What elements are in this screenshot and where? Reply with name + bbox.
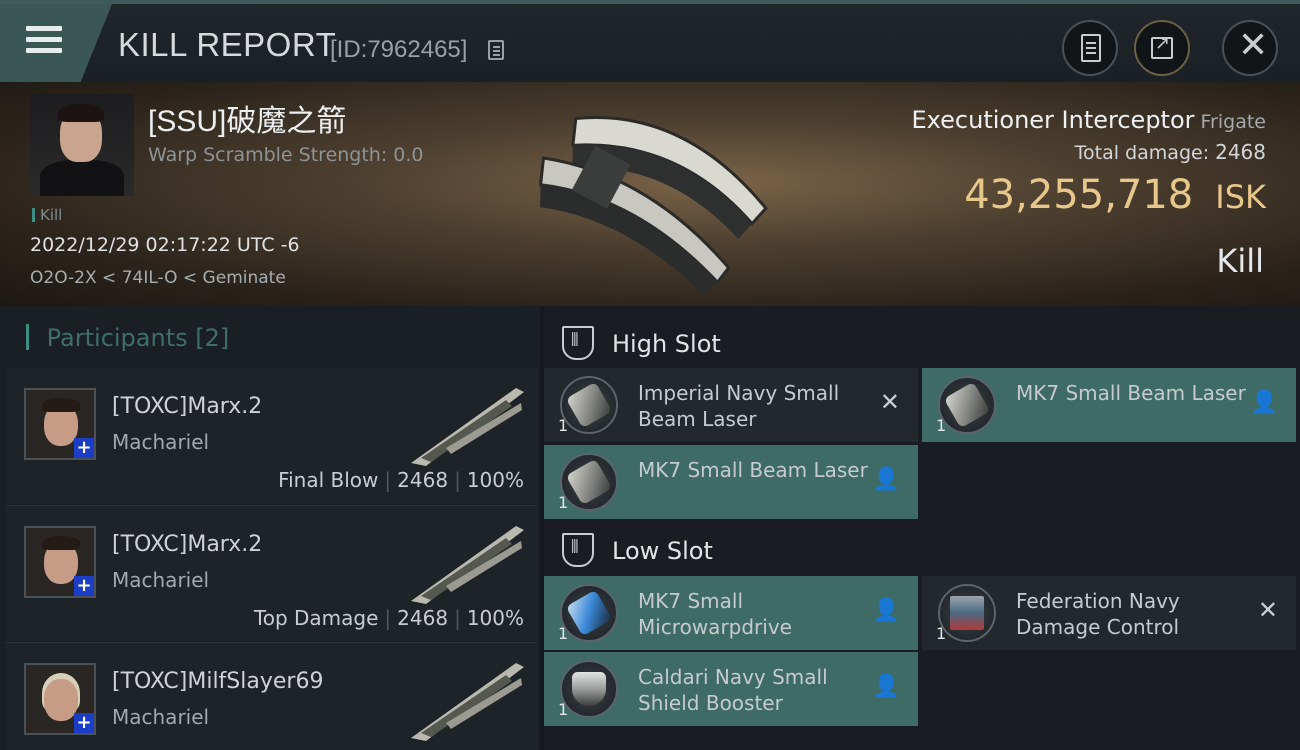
module-name: Caldari Navy Small Shield Booster: [638, 665, 828, 715]
participant-row[interactable]: + [TOXC]MilfSlayer69 Machariel: [6, 642, 538, 750]
participant-stats: Top Damage | 2468 | 100%: [253, 606, 524, 630]
module-slot[interactable]: 1 MK7 Small Microwarpdrive 👤: [544, 576, 918, 650]
participant-ship-image: [411, 388, 524, 466]
clipboard-button[interactable]: [1062, 20, 1118, 76]
participant-avatar: +: [24, 526, 96, 598]
kill-location: O2O-2X < 74IL-O < Geminate: [30, 268, 286, 288]
isk-unit: ISK: [1215, 178, 1266, 216]
top-bar: KILL REPORT [ID:7962465] ✕: [0, 0, 1300, 82]
share-button[interactable]: [1134, 20, 1190, 76]
dropped-person-icon: 👤: [872, 598, 900, 623]
copy-id-icon[interactable]: [488, 40, 504, 60]
module-quantity: 1: [936, 416, 947, 435]
participants-panel: Participants [2] + [TOXC]Marx.2 Macharie…: [0, 306, 540, 750]
victim-summary: [SSU]破魔之箭 Warp Scramble Strength: 0.0 Ki…: [0, 82, 1300, 306]
ship-class: Frigate: [1200, 111, 1266, 133]
shield-booster-icon: [560, 660, 618, 718]
participant-ship: Machariel: [112, 430, 210, 454]
participant-ship-image: [411, 663, 524, 741]
low-slot-header: Low Slot: [544, 519, 1300, 579]
participant-percent: 100%: [466, 606, 524, 630]
kill-datetime: 2022/12/29 02:17:22 UTC -6: [30, 234, 300, 256]
total-damage-value: 2468: [1215, 140, 1266, 164]
destroyed-icon: ✕: [1257, 596, 1278, 624]
dropped-person-icon: 👤: [872, 467, 900, 492]
participant-avatar: +: [24, 388, 96, 460]
add-contact-icon[interactable]: +: [74, 576, 94, 596]
participant-row[interactable]: + [TOXC]Marx.2 Machariel Top Damage | 2468…: [6, 505, 538, 641]
participant-name: [TOXC]Marx.2: [112, 532, 263, 557]
module-slot[interactable]: 1 Caldari Navy Small Shield Booster 👤: [544, 652, 918, 726]
low-slot-icon: [562, 533, 594, 567]
module-quantity: 1: [936, 624, 947, 643]
participant-name: [TOXC]Marx.2: [112, 394, 263, 419]
participant-ship: Machariel: [112, 568, 210, 592]
participant-row[interactable]: + [TOXC]Marx.2 Machariel Final Blow | 2468…: [6, 368, 538, 504]
module-quantity: 1: [558, 493, 569, 512]
participant-avatar: +: [24, 663, 96, 735]
participants-label: Participants: [46, 324, 188, 352]
add-contact-icon[interactable]: +: [74, 438, 94, 458]
isk-value-line: 43,255,718 ISK: [964, 172, 1266, 218]
destroyed-icon: ✕: [879, 388, 900, 416]
module-quantity: 1: [558, 700, 569, 719]
ship-name-line: Executioner Interceptor Frigate: [912, 106, 1266, 134]
kill-type: Kill: [1216, 242, 1264, 280]
microwarpdrive-icon: [560, 584, 618, 642]
participant-damage: 2468: [397, 606, 449, 630]
damage-control-icon: [938, 584, 996, 642]
participants-header: Participants [2]: [26, 324, 230, 352]
participant-damage: 2468: [397, 468, 449, 492]
high-slot-header: High Slot: [544, 312, 1300, 372]
module-quantity: 1: [558, 624, 569, 643]
close-icon: ✕: [1238, 25, 1269, 66]
page-title: KILL REPORT: [118, 26, 337, 63]
kill-tag: Kill: [32, 206, 62, 224]
low-slot-title: Low Slot: [612, 537, 713, 565]
victim-avatar[interactable]: [30, 94, 134, 196]
add-contact-icon[interactable]: +: [74, 713, 94, 733]
beam-laser-icon: [938, 376, 996, 434]
module-name: MK7 Small Beam Laser: [638, 458, 868, 482]
module-name: Imperial Navy Small Beam Laser: [638, 381, 840, 431]
report-id: [ID:7962465]: [330, 36, 468, 63]
close-button[interactable]: ✕: [1222, 20, 1278, 76]
participant-name: [TOXC]MilfSlayer69: [112, 669, 324, 694]
ship-name[interactable]: Executioner Interceptor: [912, 106, 1195, 134]
warp-scramble-strength: Warp Scramble Strength: 0.0: [148, 144, 424, 166]
participants-count: [2]: [195, 324, 230, 352]
module-slot[interactable]: 1 MK7 Small Beam Laser 👤: [544, 445, 918, 519]
victim-name[interactable]: [SSU]破魔之箭: [148, 96, 346, 140]
menu-button[interactable]: [0, 4, 112, 82]
high-slot-icon: [562, 326, 594, 360]
fittings-panel: High Slot 1 Imperial Navy Small Beam Las…: [544, 306, 1300, 750]
hamburger-icon: [26, 26, 62, 56]
clipboard-icon: [1081, 34, 1101, 62]
participant-ship-image: [411, 526, 524, 604]
participant-stats: Final Blow | 2468 | 100%: [278, 468, 524, 492]
module-slot[interactable]: 1 Imperial Navy Small Beam Laser ✕: [544, 368, 918, 442]
high-slot-title: High Slot: [612, 330, 721, 358]
module-name: MK7 Small Beam Laser: [1016, 381, 1246, 405]
beam-laser-icon: [560, 453, 618, 511]
dropped-person-icon: 👤: [1250, 390, 1278, 415]
share-icon: [1151, 33, 1173, 59]
module-slot[interactable]: 1 Federation Navy Damage Control ✕: [922, 576, 1296, 650]
module-quantity: 1: [558, 416, 569, 435]
module-name: Federation Navy Damage Control: [1016, 589, 1180, 639]
participant-role: Final Blow: [278, 468, 379, 492]
module-slot[interactable]: 1 MK7 Small Beam Laser 👤: [922, 368, 1296, 442]
participant-percent: 100%: [466, 468, 524, 492]
total-damage-line: Total damage: 2468: [1075, 140, 1266, 164]
isk-value: 43,255,718: [964, 172, 1194, 218]
total-damage-label: Total damage:: [1074, 142, 1210, 164]
participant-role: Top Damage: [253, 606, 379, 630]
dropped-person-icon: 👤: [872, 674, 900, 699]
module-name: MK7 Small Microwarpdrive: [638, 589, 792, 639]
victim-ship-image: [538, 116, 768, 294]
beam-laser-icon: [560, 376, 618, 434]
participant-ship: Machariel: [112, 705, 210, 729]
